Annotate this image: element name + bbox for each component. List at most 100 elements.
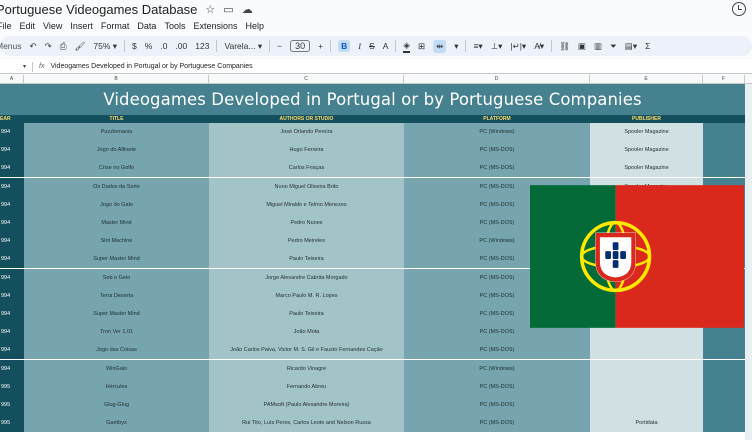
name-box-dropdown-icon[interactable]: ▾ [0,63,26,70]
cell-publisher[interactable]: Spooler Magazine [590,159,703,178]
cell-year[interactable]: 994 [0,195,24,214]
print-icon[interactable]: ⎙ [60,41,67,52]
cell-title[interactable]: Crise no Golfo [24,159,209,178]
strikethrough-icon[interactable]: S [369,41,375,51]
cell-platform[interactable]: PC (Windows) [404,123,590,141]
cell-title[interactable]: Puzzlemania [24,123,209,141]
menu-insert[interactable]: Insert [70,21,93,31]
cell-authors[interactable]: Ricardo Vinagre [209,359,404,378]
cell-year[interactable]: 995 [0,377,24,396]
cell-year[interactable]: 994 [0,323,24,342]
cell-publisher[interactable] [590,341,703,360]
merge-dropdown-icon[interactable]: ▾ [454,41,458,52]
bold-button[interactable]: B [338,40,351,52]
redo-icon[interactable]: ↷ [45,41,52,52]
header-platform[interactable]: PLATFORM [404,115,590,123]
menu-data[interactable]: Data [137,21,156,31]
merge-cells-icon[interactable]: ⇹ [433,39,447,53]
portugal-flag-image[interactable] [530,185,744,328]
cell-publisher[interactable] [590,396,703,414]
column-header-a[interactable]: A [0,75,24,84]
cell-publisher[interactable] [590,359,703,378]
cell-f[interactable] [703,359,745,378]
cell-title[interactable]: Jogo das Coisas [24,341,209,360]
menu-extensions[interactable]: Extensions [193,21,237,31]
cell-f[interactable] [703,159,745,178]
cell-authors[interactable]: Nuno Miguel Oliveira Brito [209,177,404,196]
cell-f[interactable] [703,341,745,360]
menu-help[interactable]: Help [245,21,264,31]
cell-authors[interactable]: Pedro Meireles [209,232,404,251]
cell-year[interactable]: 994 [0,250,24,269]
formula-input[interactable]: Videogames Developed in Portugal or by P… [50,63,252,70]
sheet-title-cell[interactable]: Videogames Developed in Portugal or by P… [0,84,745,115]
cell-title[interactable]: Master Mind [24,214,209,232]
header-authors[interactable]: AUTHORS OR STUDIO [209,115,404,123]
document-title[interactable]: Portuguese Videogames Database [0,2,197,17]
column-header-c[interactable]: C [209,75,404,84]
font-size-input[interactable]: 30 [290,40,311,52]
cell-f[interactable] [703,141,745,160]
cell-authors[interactable]: Carlos Friaças [209,159,404,178]
cell-title[interactable]: Super Master Mind [24,250,209,269]
cell-platform[interactable]: PC (MS-DOS) [404,141,590,160]
cell-publisher[interactable]: Spooler Magazine [590,123,703,141]
cell-year[interactable]: 995 [0,414,24,433]
text-rotation-icon[interactable]: A̸▾ [534,41,544,52]
header-publisher[interactable]: PUBLISHER [590,115,703,123]
cell-title[interactable]: Hércules [24,377,209,396]
menu-edit[interactable]: Edit [20,21,36,31]
cell-year[interactable]: 994 [0,341,24,360]
cell-year[interactable]: 994 [0,268,24,287]
cell-f[interactable] [703,414,745,433]
cell-authors[interactable]: João Mota [209,323,404,342]
cell-authors[interactable]: Marco Paulo M. R. Lopes [209,286,404,305]
currency-format-button[interactable]: $ [132,41,137,51]
header-year[interactable]: EAR [0,115,24,123]
cell-title[interactable]: Jogo do Galo [24,195,209,214]
header-f[interactable] [703,115,745,123]
cell-publisher[interactable]: Portidata [590,414,703,433]
filter-icon[interactable]: ⏷ [610,41,617,52]
cell-authors[interactable]: José Orlando Pereira [209,123,404,141]
cell-title[interactable]: WinGalo [24,359,209,378]
cell-publisher[interactable] [590,377,703,396]
menu-view[interactable]: View [43,21,62,31]
insert-link-icon[interactable]: ⛓ [559,41,570,52]
cell-title[interactable]: Gambys [24,414,209,433]
fill-color-icon[interactable]: ◈ [403,40,410,53]
borders-icon[interactable]: ⊞ [418,41,425,52]
cell-f[interactable] [703,123,745,141]
cell-year[interactable]: 994 [0,232,24,251]
undo-icon[interactable]: ↶ [30,41,37,52]
cell-f[interactable] [703,377,745,396]
column-header-f[interactable]: F [703,75,745,84]
cell-authors[interactable]: PAMsoft (Paulo Alexandre Moreira) [209,396,404,414]
functions-icon[interactable]: Σ [645,41,650,51]
cell-platform[interactable]: PC (MS-DOS) [404,396,590,414]
menu-file[interactable]: File [0,21,12,31]
cell-platform[interactable]: PC (Windows) [404,359,590,378]
column-header-b[interactable]: B [24,75,209,84]
font-select[interactable]: Varela... ▾ [224,41,262,52]
zoom-select[interactable]: 75% ▾ [93,41,117,52]
cell-authors[interactable]: Paulo Teixeira [209,305,404,323]
cell-title[interactable]: Jogo do Alfinete [24,141,209,160]
cell-f[interactable] [703,396,745,414]
cell-year[interactable]: 994 [0,214,24,232]
menu-tools[interactable]: Tools [164,21,185,31]
paint-format-icon[interactable]: 🖌 [75,41,86,52]
number-format-button[interactable]: 123 [195,41,209,51]
cell-year[interactable]: 995 [0,396,24,414]
cell-publisher[interactable]: Spooler Magazine [590,141,703,160]
search-menus-input[interactable]: Menus [0,41,22,51]
cell-authors[interactable]: Fernando Abreu [209,377,404,396]
cell-title[interactable]: Sob o Gelo [24,268,209,287]
cell-year[interactable]: 994 [0,286,24,305]
cell-authors[interactable]: Rui Tito, Luís Peres, Carlos Leote and N… [209,414,404,433]
font-size-decrease-icon[interactable]: − [277,41,282,51]
cell-authors[interactable]: Miguel Miraldo e Telmo Menezes [209,195,404,214]
cell-year[interactable]: 994 [0,305,24,323]
cell-authors[interactable]: Jorge Alexandre Cabrita Morgado [209,268,404,287]
cell-authors[interactable]: Pedro Nunes [209,214,404,232]
